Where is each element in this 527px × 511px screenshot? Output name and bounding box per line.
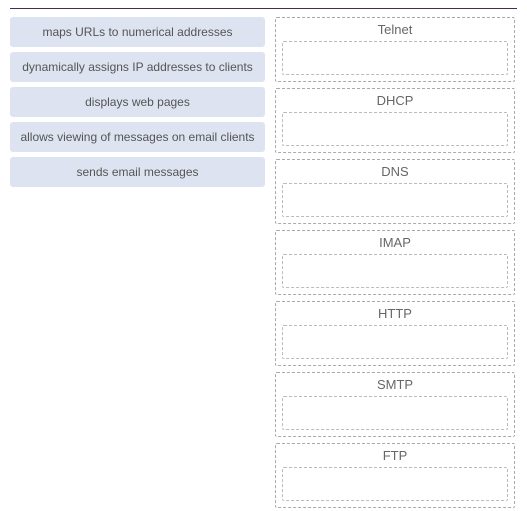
drop-zone[interactable] xyxy=(282,183,508,217)
source-item[interactable]: sends email messages xyxy=(10,157,265,187)
target-box-imap: IMAP xyxy=(275,230,515,295)
target-box-dhcp: DHCP xyxy=(275,88,515,153)
target-box-smtp: SMTP xyxy=(275,372,515,437)
drop-zone[interactable] xyxy=(282,325,508,359)
top-divider xyxy=(10,8,517,9)
target-label: IMAP xyxy=(282,235,508,250)
target-box-telnet: Telnet xyxy=(275,17,515,82)
drop-zone[interactable] xyxy=(282,396,508,430)
drop-zone[interactable] xyxy=(282,41,508,75)
target-label: HTTP xyxy=(282,306,508,321)
source-item[interactable]: displays web pages xyxy=(10,87,265,117)
target-label: SMTP xyxy=(282,377,508,392)
drop-zone[interactable] xyxy=(282,467,508,501)
target-box-dns: DNS xyxy=(275,159,515,224)
target-column: Telnet DHCP DNS IMAP HTTP SMTP FTP xyxy=(275,17,515,508)
target-label: DHCP xyxy=(282,93,508,108)
target-label: FTP xyxy=(282,448,508,463)
target-label: DNS xyxy=(282,164,508,179)
source-column: maps URLs to numerical addresses dynamic… xyxy=(10,17,265,508)
drop-zone[interactable] xyxy=(282,254,508,288)
matching-container: maps URLs to numerical addresses dynamic… xyxy=(10,17,517,508)
source-item[interactable]: maps URLs to numerical addresses xyxy=(10,17,265,47)
drop-zone[interactable] xyxy=(282,112,508,146)
target-box-http: HTTP xyxy=(275,301,515,366)
source-item[interactable]: dynamically assigns IP addresses to clie… xyxy=(10,52,265,82)
target-label: Telnet xyxy=(282,22,508,37)
target-box-ftp: FTP xyxy=(275,443,515,508)
source-item[interactable]: allows viewing of messages on email clie… xyxy=(10,122,265,152)
